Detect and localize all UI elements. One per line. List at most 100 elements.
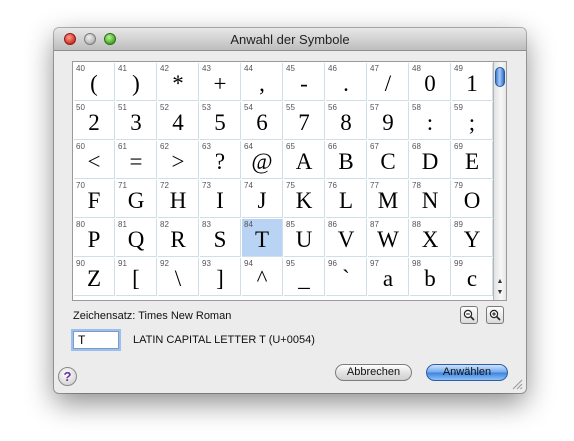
symbol-cell[interactable]: 59; [452,102,493,140]
symbol-cell[interactable]: 54 6 [242,102,283,140]
scroll-thumb[interactable] [495,67,505,87]
symbol-glyph: 2 [88,110,100,135]
symbol-cell[interactable]: 84 T [242,219,283,257]
symbol-cell[interactable]: 67 C [368,141,409,179]
symbol-glyph: ? [214,149,226,174]
symbol-cell[interactable]: 68 D [410,141,451,179]
symbol-cell[interactable]: 64 @ [242,141,283,179]
symbol-cell[interactable]: 76 L [326,180,367,218]
symbol-cell[interactable]: 56 8 [326,102,367,140]
selected-character-field[interactable] [73,331,119,349]
symbol-glyph: , [259,71,265,96]
symbol-cell[interactable]: 58: [410,102,451,140]
symbol-cell[interactable]: 49 1 [452,63,493,101]
symbol-grid: 40(41) 42 * 43 +44, 45-46. 47/48 0 49 1 50 2 51 3 52 4 5… [73,62,493,300]
symbol-glyph: 3 [130,110,142,135]
symbol-cell[interactable]: 82 R [158,219,199,257]
symbol-glyph: H [169,188,187,213]
symbol-cell[interactable]: 80 P [74,219,115,257]
symbol-cell[interactable]: 74 J [242,180,283,218]
symbol-glyph: a [382,266,394,291]
symbol-cell[interactable]: 48 0 [410,63,451,101]
symbol-cell[interactable]: 83 S [200,219,241,257]
symbol-cell[interactable]: 99 c [452,258,493,296]
symbol-cell[interactable]: 81 Q [116,219,157,257]
symbol-cell[interactable]: 78 N [410,180,451,218]
symbol-cell[interactable]: 69 E [452,141,493,179]
symbol-cell[interactable]: 92 \ [158,258,199,296]
help-button[interactable]: ? [58,367,77,386]
symbol-cell[interactable]: 86 V [326,219,367,257]
symbol-glyph: S [213,227,227,252]
charset-label: Zeichensatz: Times New Roman [73,310,232,322]
symbol-cell[interactable]: 46. [326,63,367,101]
symbol-cell[interactable]: 61 = [116,141,157,179]
symbol-cell[interactable]: 66 B [326,141,367,179]
symbol-cell[interactable]: 75 K [284,180,325,218]
symbol-cell[interactable]: 51 3 [116,102,157,140]
symbol-cell[interactable]: 94 ^ [242,258,283,296]
symbol-cell[interactable]: 90 Z [74,258,115,296]
symbol-glyph: 4 [172,110,184,135]
symbol-glyph: K [295,188,313,213]
symbol-cell[interactable]: 77 M [368,180,409,218]
symbol-cell[interactable]: 96 ` [326,258,367,296]
scroll-up-arrow[interactable]: ▲ [494,276,506,287]
symbol-cell[interactable]: 89 Y [452,219,493,257]
symbol-cell[interactable]: 41) [116,63,157,101]
symbol-cell[interactable]: 45- [284,63,325,101]
zoom-out-button[interactable] [460,306,478,324]
symbol-glyph: Y [463,227,481,252]
symbol-cell[interactable]: 97 a [368,258,409,296]
resize-grip-icon[interactable] [511,378,523,390]
symbol-cell[interactable]: 87 W [368,219,409,257]
symbol-cell[interactable]: 65 A [284,141,325,179]
symbol-glyph: 1 [466,71,478,96]
symbol-cell[interactable]: 62 > [158,141,199,179]
symbol-cell[interactable]: 52 4 [158,102,199,140]
symbol-cell[interactable]: 72 H [158,180,199,218]
symbol-cell[interactable]: 60 < [74,141,115,179]
symbol-cell[interactable]: 85 U [284,219,325,257]
symbol-cell[interactable]: 98 b [410,258,451,296]
symbol-cell[interactable]: 42 * [158,63,199,101]
symbol-cell[interactable]: 95 _ [284,258,325,296]
symbol-cell[interactable]: 93] [200,258,241,296]
symbol-glyph: _ [298,266,310,291]
symbol-glyph: 5 [214,110,226,135]
symbol-cell[interactable]: 53 5 [200,102,241,140]
symbol-cell[interactable]: 55 7 [284,102,325,140]
vertical-scrollbar[interactable]: ▲ ▼ [493,62,506,300]
symbol-cell[interactable]: 44, [242,63,283,101]
symbol-glyph: C [380,149,396,174]
symbol-glyph: X [421,227,439,252]
symbol-cell[interactable]: 40( [74,63,115,101]
symbol-glyph: * [172,71,184,96]
titlebar[interactable]: Anwahl der Symbole [54,28,526,51]
symbol-glyph: \ [174,266,182,291]
symbol-cell[interactable]: 63? [200,141,241,179]
symbol-glyph: ) [132,71,140,96]
symbol-cell[interactable]: 70 F [74,180,115,218]
symbol-cell[interactable]: 47/ [368,63,409,101]
symbol-glyph: - [300,71,308,96]
zoom-in-button[interactable] [486,306,504,324]
select-button[interactable]: Anwählen [426,364,508,381]
symbol-glyph: L [338,188,354,213]
symbol-glyph: R [170,227,186,252]
symbol-glyph: ` [342,266,350,291]
symbol-cell[interactable]: 88 X [410,219,451,257]
symbol-cell[interactable]: 71 G [116,180,157,218]
symbol-cell[interactable]: 73 I [200,180,241,218]
symbol-cell[interactable]: 79 O [452,180,493,218]
symbol-glyph: F [87,188,101,213]
symbol-cell[interactable]: 57 9 [368,102,409,140]
symbol-glyph: J [257,188,267,213]
symbol-cell[interactable]: 91[ [116,258,157,296]
cancel-button[interactable]: Abbrechen [335,364,412,381]
symbol-glyph: c [466,266,478,291]
symbol-cell[interactable]: 50 2 [74,102,115,140]
symbol-cell[interactable]: 43 + [200,63,241,101]
scroll-down-arrow[interactable]: ▼ [494,287,506,298]
window-title: Anwahl der Symbole [230,32,350,47]
